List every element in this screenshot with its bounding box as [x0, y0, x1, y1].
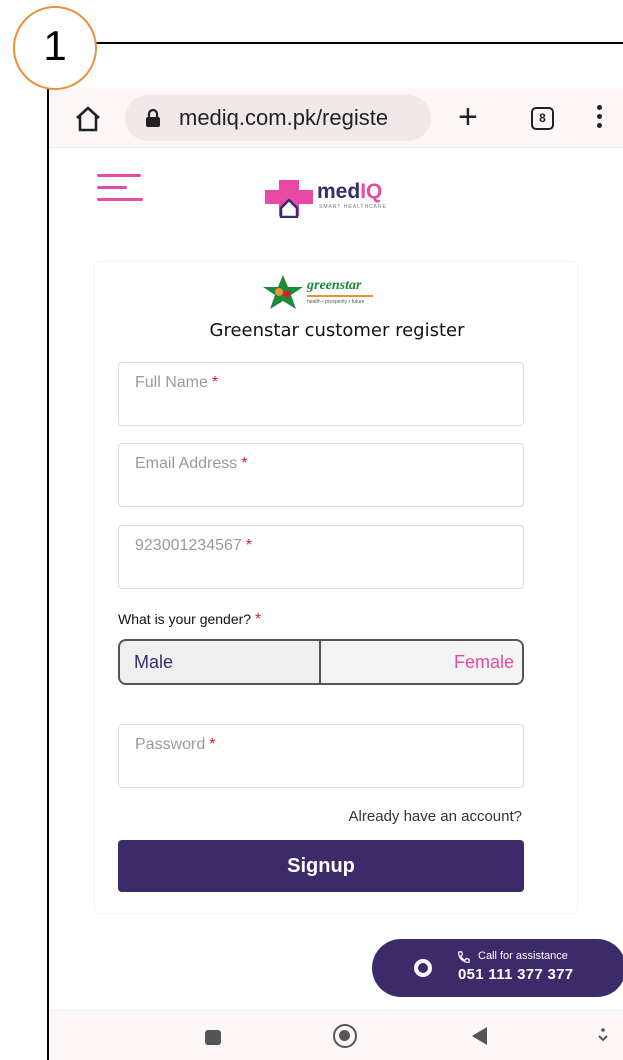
phone-field[interactable]: 923001234567 *: [118, 525, 524, 589]
home-icon[interactable]: [73, 104, 103, 134]
step-number: 1: [43, 22, 67, 69]
full-name-placeholder: Full Name *: [135, 374, 218, 392]
lock-icon: [146, 108, 160, 127]
full-name-placeholder-text: Full Name: [135, 374, 208, 391]
greenstar-tagline: health • prosperity • future: [307, 299, 365, 305]
gender-label-text: What is your gender?: [118, 611, 252, 627]
gender-option-female[interactable]: Female: [323, 641, 522, 683]
required-asterisk: *: [254, 611, 262, 628]
android-nav-bar: [49, 1010, 623, 1060]
greenstar-wordmark: greenstar: [307, 278, 362, 293]
email-field[interactable]: Email Address *: [118, 443, 524, 507]
assistance-phone-number: 051 111 377 377: [458, 966, 574, 983]
annotation-frame-top: [95, 42, 623, 44]
password-field[interactable]: Password *: [118, 724, 524, 788]
required-asterisk: *: [245, 537, 253, 554]
email-placeholder: Email Address *: [135, 455, 248, 473]
more-menu-icon[interactable]: [594, 105, 604, 131]
call-assistance-button[interactable]: Call for assistance 051 111 377 377: [372, 939, 623, 997]
back-icon[interactable]: [472, 1027, 487, 1045]
assistance-ring-icon: [414, 959, 432, 977]
gender-label: What is your gender? *: [118, 611, 261, 629]
required-asterisk: *: [209, 736, 216, 753]
recents-icon[interactable]: [205, 1030, 221, 1045]
logo-text-prefix: med: [317, 180, 361, 203]
new-tab-icon[interactable]: +: [458, 100, 478, 134]
login-link[interactable]: Already have an account?: [349, 808, 522, 825]
greenstar-star-icon: [263, 275, 303, 309]
tab-switcher-button[interactable]: 8: [531, 107, 554, 130]
assistance-title: Call for assistance: [478, 950, 568, 962]
address-bar[interactable]: mediq.com.pk/registe: [125, 95, 431, 141]
logo-tagline: SMART HEALTHCARE: [319, 204, 387, 210]
keyboard-hide-icon[interactable]: [597, 1025, 609, 1045]
annotation-frame-left: [47, 88, 49, 1060]
register-card: greenstar health • prosperity • future G…: [94, 261, 578, 914]
greenstar-underline: [307, 295, 373, 297]
hamburger-menu-icon[interactable]: [97, 174, 145, 204]
password-placeholder: Password *: [135, 736, 215, 754]
form-title: Greenstar customer register: [209, 320, 465, 341]
gender-toggle: Male Female: [118, 639, 524, 685]
phone-screen: mediq.com.pk/registe + 8 medIQ SMART HEA…: [49, 88, 623, 1060]
nav-home-icon[interactable]: [333, 1024, 357, 1048]
greenstar-logo: greenstar health • prosperity • future: [261, 274, 421, 310]
signup-button[interactable]: Signup: [118, 840, 524, 892]
mediq-logo[interactable]: medIQ SMART HEALTHCARE: [263, 174, 423, 218]
password-placeholder-text: Password: [135, 736, 206, 753]
browser-toolbar: mediq.com.pk/registe + 8: [49, 88, 623, 148]
required-asterisk: *: [211, 374, 219, 391]
phone-icon: [458, 951, 470, 963]
full-name-field[interactable]: Full Name *: [118, 362, 524, 426]
medical-cross-icon: [265, 180, 313, 218]
gender-option-male[interactable]: Male: [120, 641, 321, 683]
logo-text-suffix: IQ: [360, 180, 383, 203]
step-number-badge: 1: [13, 6, 97, 90]
email-placeholder-text: Email Address: [135, 455, 238, 472]
phone-placeholder: 923001234567 *: [135, 537, 252, 555]
logo-wordmark: medIQ: [317, 180, 382, 204]
required-asterisk: *: [241, 455, 248, 472]
url-text: mediq.com.pk/registe: [179, 105, 389, 130]
phone-placeholder-text: 923001234567: [135, 537, 242, 554]
